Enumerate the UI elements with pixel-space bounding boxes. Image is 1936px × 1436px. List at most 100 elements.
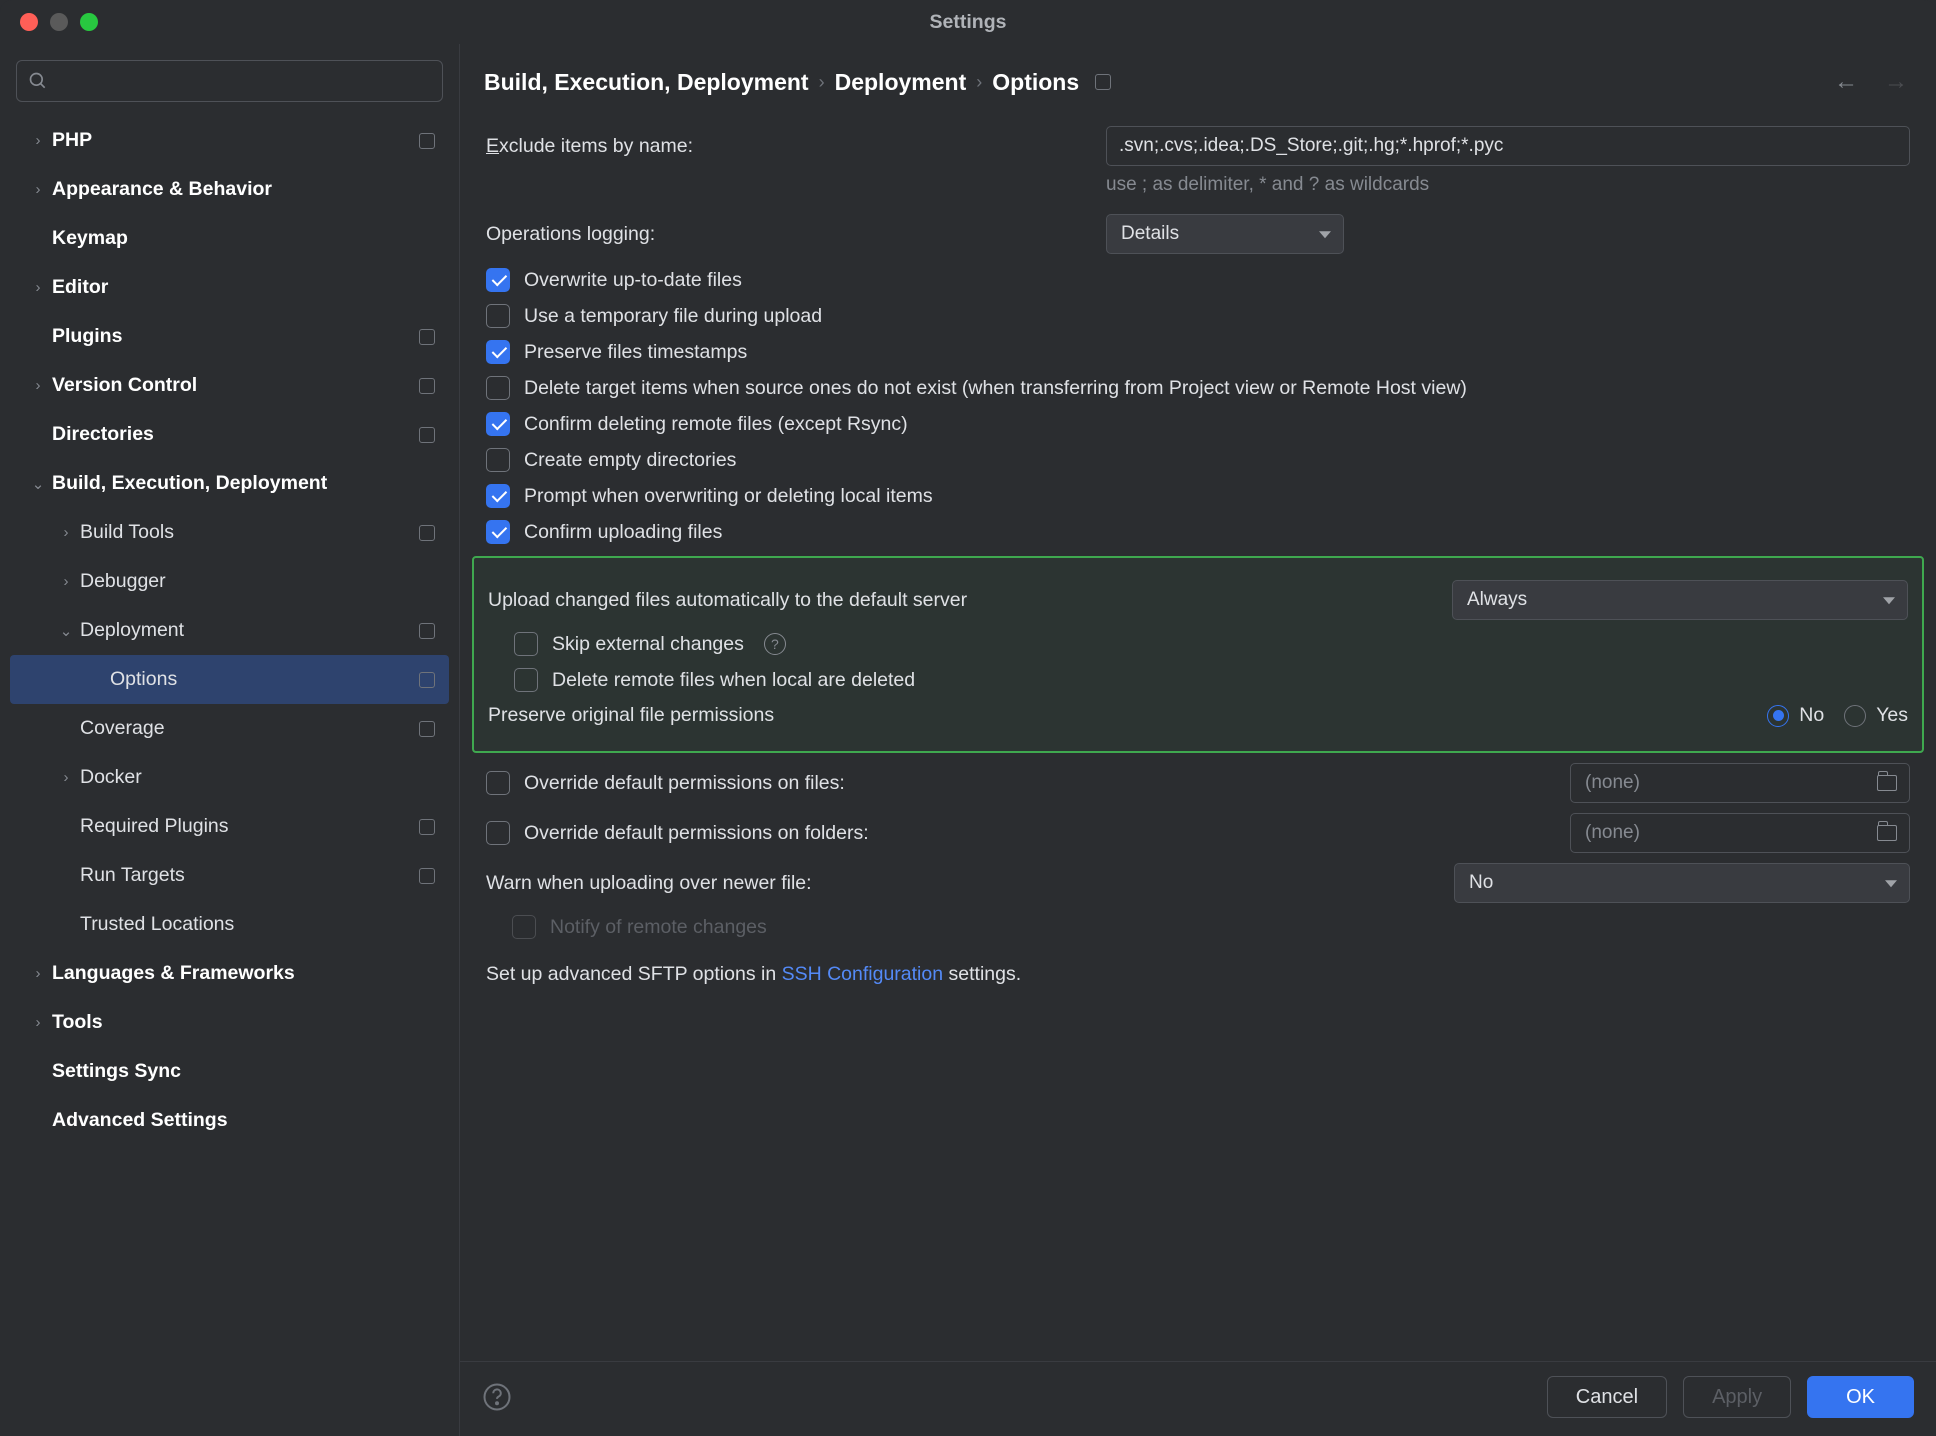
- delete-remote-row[interactable]: Delete remote files when local are delet…: [488, 668, 1908, 692]
- sidebar-item-label: Docker: [80, 766, 435, 789]
- sidebar-item-label: Settings Sync: [52, 1060, 435, 1083]
- skip-external-checkbox[interactable]: [514, 632, 538, 656]
- preserve-ts-row[interactable]: Preserve files timestamps: [486, 340, 1910, 364]
- sidebar-item-label: Required Plugins: [80, 815, 411, 838]
- override-folders-field[interactable]: (none): [1570, 813, 1910, 853]
- breadcrumb-item: Options: [992, 69, 1079, 96]
- preserve-ts-checkbox[interactable]: [486, 340, 510, 364]
- chevron-right-icon: ›: [56, 769, 76, 786]
- create-empty-row[interactable]: Create empty directories: [486, 448, 1910, 472]
- prompt-overwrite-checkbox[interactable]: [486, 484, 510, 508]
- project-scope-badge: [419, 623, 435, 639]
- radio-icon: [1767, 705, 1789, 727]
- sidebar-item-build-execution-deployment[interactable]: ⌄Build, Execution, Deployment: [10, 459, 449, 508]
- tempfile-checkbox[interactable]: [486, 304, 510, 328]
- back-arrow-icon[interactable]: ←: [1834, 68, 1858, 96]
- tempfile-label: Use a temporary file during upload: [524, 305, 822, 328]
- sidebar-item-label: Directories: [52, 423, 411, 446]
- chevron-down-icon: ⌄: [56, 622, 76, 640]
- sidebar-item-php[interactable]: ›PHP: [10, 116, 449, 165]
- preserve-perms-no[interactable]: No: [1767, 704, 1824, 727]
- minimize-window-button[interactable]: [50, 13, 68, 31]
- help-icon[interactable]: ?: [764, 633, 786, 655]
- project-scope-badge: [419, 427, 435, 443]
- auto-upload-label: Upload changed files automatically to th…: [488, 589, 1452, 612]
- sidebar-item-options[interactable]: Options: [10, 655, 449, 704]
- project-scope-badge: [419, 721, 435, 737]
- exclude-items-input[interactable]: [1106, 126, 1910, 166]
- auto-upload-select[interactable]: Always: [1452, 580, 1908, 620]
- sidebar-item-advanced-settings[interactable]: Advanced Settings: [10, 1096, 449, 1145]
- sidebar-item-label: Plugins: [52, 325, 411, 348]
- zoom-window-button[interactable]: [80, 13, 98, 31]
- sidebar-item-label: Appearance & Behavior: [52, 178, 435, 201]
- confirm-delete-row[interactable]: Confirm deleting remote files (except Rs…: [486, 412, 1910, 436]
- notify-row: Notify of remote changes: [486, 915, 1910, 939]
- chevron-right-icon: ›: [28, 1014, 48, 1031]
- sidebar-item-settings-sync[interactable]: Settings Sync: [10, 1047, 449, 1096]
- sidebar-item-trusted-locations[interactable]: Trusted Locations: [10, 900, 449, 949]
- folder-icon: [1877, 825, 1897, 841]
- sidebar-item-label: Build Tools: [80, 521, 411, 544]
- overwrite-row[interactable]: Overwrite up-to-date files: [486, 268, 1910, 292]
- search-input[interactable]: [16, 60, 443, 102]
- skip-external-row[interactable]: Skip external changes ?: [488, 632, 1908, 656]
- sidebar-item-label: Debugger: [80, 570, 435, 593]
- nav-arrows: ← →: [1834, 68, 1908, 96]
- cancel-button[interactable]: Cancel: [1547, 1376, 1667, 1418]
- ok-button[interactable]: OK: [1807, 1376, 1914, 1418]
- sidebar-item-build-tools[interactable]: ›Build Tools: [10, 508, 449, 557]
- preserve-perms-label: Preserve original file permissions: [488, 704, 1767, 727]
- preserve-perms-yes[interactable]: Yes: [1844, 704, 1908, 727]
- ops-logging-row: Operations logging: Details: [486, 214, 1910, 254]
- confirm-upload-row[interactable]: Confirm uploading files: [486, 520, 1910, 544]
- breadcrumb-item[interactable]: Deployment: [835, 69, 967, 96]
- sidebar-item-label: Editor: [52, 276, 435, 299]
- delete-remote-checkbox[interactable]: [514, 668, 538, 692]
- apply-button[interactable]: Apply: [1683, 1376, 1791, 1418]
- content: Build, Execution, Deployment › Deploymen…: [460, 44, 1936, 1436]
- sidebar-item-required-plugins[interactable]: Required Plugins: [10, 802, 449, 851]
- confirm-delete-checkbox[interactable]: [486, 412, 510, 436]
- ssh-config-link[interactable]: SSH Configuration: [782, 963, 944, 985]
- sidebar-item-plugins[interactable]: Plugins: [10, 312, 449, 361]
- prompt-overwrite-row[interactable]: Prompt when overwriting or deleting loca…: [486, 484, 1910, 508]
- sidebar-item-editor[interactable]: ›Editor: [10, 263, 449, 312]
- sidebar-item-keymap[interactable]: Keymap: [10, 214, 449, 263]
- sidebar-item-deployment[interactable]: ⌄Deployment: [10, 606, 449, 655]
- warn-select[interactable]: No: [1454, 863, 1910, 903]
- help-icon[interactable]: [482, 1382, 512, 1412]
- breadcrumb: Build, Execution, Deployment › Deploymen…: [460, 44, 1936, 106]
- sidebar-item-debugger[interactable]: ›Debugger: [10, 557, 449, 606]
- delete-target-row[interactable]: Delete target items when source ones do …: [486, 376, 1910, 400]
- chevron-right-icon: ›: [56, 524, 76, 541]
- confirm-upload-checkbox[interactable]: [486, 520, 510, 544]
- override-folders-checkbox[interactable]: [486, 821, 510, 845]
- options-panel: Exclude items by name: use ; as delimite…: [460, 106, 1936, 1361]
- sidebar-item-tools[interactable]: ›Tools: [10, 998, 449, 1047]
- sidebar-item-label: Keymap: [52, 227, 435, 250]
- radio-icon: [1844, 705, 1866, 727]
- sidebar-item-run-targets[interactable]: Run Targets: [10, 851, 449, 900]
- sidebar-item-label: PHP: [52, 129, 411, 152]
- titlebar: Settings: [0, 0, 1936, 44]
- sftp-hint: Set up advanced SFTP options in SSH Conf…: [486, 963, 1910, 986]
- sidebar-item-languages-frameworks[interactable]: ›Languages & Frameworks: [10, 949, 449, 998]
- tempfile-row[interactable]: Use a temporary file during upload: [486, 304, 1910, 328]
- override-files-field[interactable]: (none): [1570, 763, 1910, 803]
- project-scope-badge: [419, 819, 435, 835]
- override-files-checkbox[interactable]: [486, 771, 510, 795]
- breadcrumb-item[interactable]: Build, Execution, Deployment: [484, 69, 809, 96]
- override-folders-row: Override default permissions on folders:…: [486, 813, 1910, 853]
- create-empty-checkbox[interactable]: [486, 448, 510, 472]
- sidebar-item-version-control[interactable]: ›Version Control: [10, 361, 449, 410]
- close-window-button[interactable]: [20, 13, 38, 31]
- sidebar-item-coverage[interactable]: Coverage: [10, 704, 449, 753]
- ops-logging-select[interactable]: Details: [1106, 214, 1344, 254]
- overwrite-checkbox[interactable]: [486, 268, 510, 292]
- delete-target-checkbox[interactable]: [486, 376, 510, 400]
- sidebar-item-appearance-behavior[interactable]: ›Appearance & Behavior: [10, 165, 449, 214]
- sidebar-item-directories[interactable]: Directories: [10, 410, 449, 459]
- sidebar-item-docker[interactable]: ›Docker: [10, 753, 449, 802]
- sidebar-item-label: Options: [110, 668, 411, 691]
